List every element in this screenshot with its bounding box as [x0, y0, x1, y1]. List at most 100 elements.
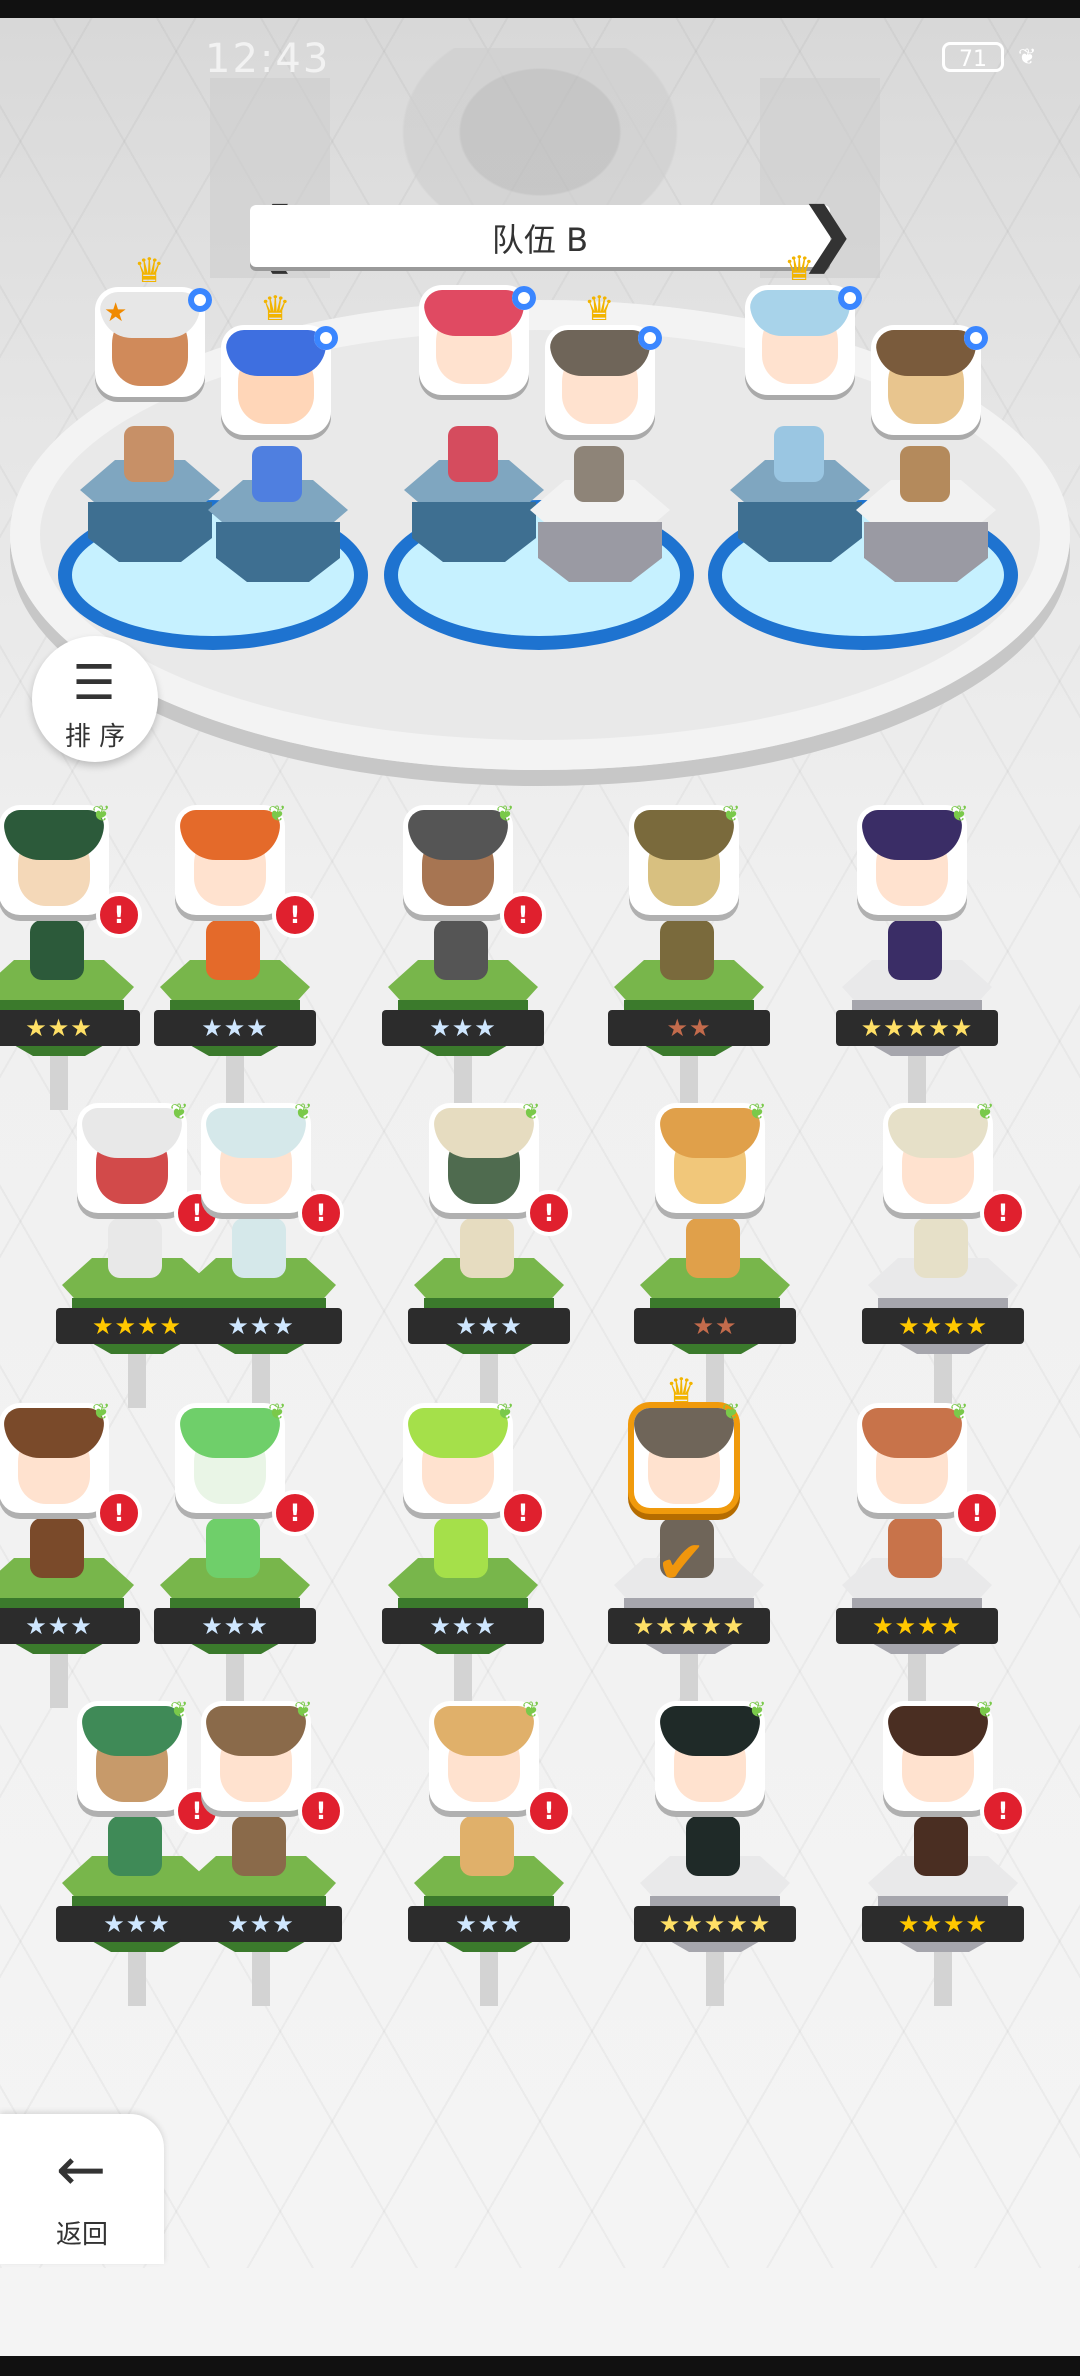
portrait-hair: [634, 1408, 734, 1458]
portrait-hair: [424, 290, 524, 336]
team-member-sprite: [252, 446, 302, 502]
hero-star-rating: ★★: [608, 1010, 770, 1046]
hero-star-rating: ★★★★: [862, 1906, 1024, 1942]
hero-card[interactable]: ❦ ★★★★★ ♛ ✔: [604, 1374, 774, 1708]
crown-icon: ♛: [784, 249, 815, 289]
hero-card[interactable]: ❦ ★★★!: [150, 1400, 320, 1708]
sort-button[interactable]: ☰ 排 序: [32, 636, 158, 762]
hero-card[interactable]: ❦ ★★★!: [150, 802, 320, 1110]
team-member-portrait[interactable]: [750, 290, 850, 390]
hero-card[interactable]: ❦ ★★★★★: [630, 1698, 800, 2006]
hero-portrait: [206, 1108, 306, 1208]
alert-badge-icon: !: [526, 1788, 572, 1834]
team-pedestal[interactable]: [404, 426, 544, 570]
pedestal-side: [538, 522, 662, 582]
hero-card[interactable]: ❦ ★★★★!: [858, 1698, 1028, 2006]
team-slot-marker-icon: [188, 288, 212, 312]
pedestal-side: [864, 522, 988, 582]
portrait-hair: [634, 810, 734, 860]
top-black-bar: [0, 0, 1080, 18]
hero-star-rating: ★★★: [408, 1906, 570, 1942]
hero-star-rating: ★★★: [0, 1608, 140, 1644]
hero-sprite: [460, 1218, 514, 1278]
team-pedestal[interactable]: [80, 426, 220, 570]
hero-star-rating: ★★★: [382, 1608, 544, 1644]
hero-star-rating: ★★★: [154, 1010, 316, 1046]
team-member-portrait[interactable]: [226, 330, 326, 430]
hero-card[interactable]: ❦ ★★★!: [0, 802, 144, 1110]
team-pedestal[interactable]: [530, 446, 670, 590]
hero-card[interactable]: ❦ ★★★★!: [858, 1100, 1028, 1408]
portrait-hair: [660, 1108, 760, 1158]
pedestal-side: [412, 502, 536, 562]
hero-card[interactable]: ❦ ★★★★★: [832, 802, 1002, 1110]
hero-star-rating: ★★★★: [862, 1308, 1024, 1344]
alert-badge-icon: !: [272, 892, 318, 938]
team-slot-marker-icon: [838, 286, 862, 310]
team-member-sprite: [448, 426, 498, 482]
hero-portrait: [180, 1408, 280, 1508]
pedestal-side: [88, 502, 212, 562]
team-slot-marker-icon: [314, 326, 338, 350]
status-time: 12:43: [205, 36, 331, 82]
hero-card[interactable]: ❦ ★★: [604, 802, 774, 1110]
team-slot-marker-icon: [638, 326, 662, 350]
hero-portrait: [634, 1408, 734, 1508]
pedestal-side: [216, 522, 340, 582]
hero-portrait: [660, 1706, 760, 1806]
alert-badge-icon: !: [500, 892, 546, 938]
hero-sprite: [232, 1816, 286, 1876]
team-pedestal[interactable]: [208, 446, 348, 590]
team-pedestal[interactable]: [730, 426, 870, 570]
team-title: 队伍 B: [491, 221, 589, 259]
hero-star-rating: ★★: [634, 1308, 796, 1344]
hero-sprite: [30, 1518, 84, 1578]
team-member-portrait[interactable]: [424, 290, 524, 390]
team-member-sprite: [900, 446, 950, 502]
team-member-portrait[interactable]: [876, 330, 976, 430]
element-leaf-icon: ❦: [268, 1400, 287, 1425]
portrait-hair: [434, 1706, 534, 1756]
hero-star-rating: ★★★: [180, 1308, 342, 1344]
hero-star-rating: ★★★: [154, 1608, 316, 1644]
hero-portrait: [82, 1108, 182, 1208]
hero-sprite: [206, 1518, 260, 1578]
portrait-hair: [4, 1408, 104, 1458]
hero-portrait: [82, 1706, 182, 1806]
hero-sprite: [914, 1218, 968, 1278]
hero-sprite: [888, 920, 942, 980]
alert-badge-icon: !: [96, 892, 142, 938]
alert-badge-icon: !: [96, 1490, 142, 1536]
hero-card[interactable]: ❦ ★★★!: [404, 1698, 574, 2006]
hero-card[interactable]: ❦ ★★★!: [378, 1400, 548, 1708]
portrait-hair: [82, 1706, 182, 1756]
portrait-hair: [408, 810, 508, 860]
hero-star-rating: ★★★★★: [836, 1010, 998, 1046]
portrait-hair: [660, 1706, 760, 1756]
hero-sprite: [232, 1218, 286, 1278]
hero-card[interactable]: ❦ ★★★!: [0, 1400, 144, 1708]
sort-label: 排 序: [64, 722, 126, 752]
hero-star-rating: ★★★★: [836, 1608, 998, 1644]
hero-portrait: [660, 1108, 760, 1208]
hero-card[interactable]: ❦ ★★★!: [378, 802, 548, 1110]
selected-check-icon: ✔: [656, 1528, 707, 1598]
team-pedestal[interactable]: [856, 446, 996, 590]
portrait-hair: [888, 1108, 988, 1158]
hero-card[interactable]: ❦ ★★★!: [404, 1100, 574, 1408]
team-banner: 队伍 B: [250, 205, 830, 267]
back-button[interactable]: ← 返回: [0, 2114, 164, 2264]
hero-star-rating: ★★★: [382, 1010, 544, 1046]
hero-sprite: [206, 920, 260, 980]
hero-portrait: [888, 1108, 988, 1208]
hero-card[interactable]: ❦ ★★: [630, 1100, 800, 1408]
element-leaf-icon: ❦: [268, 802, 287, 827]
hero-card[interactable]: ❦ ★★★!: [176, 1698, 346, 2006]
hero-card[interactable]: ❦ ★★★!: [176, 1100, 346, 1408]
element-leaf-icon: ❦: [294, 1100, 313, 1125]
team-member-portrait[interactable]: [550, 330, 650, 430]
crown-icon: ♛: [666, 1371, 697, 1411]
hero-card[interactable]: ❦ ★★★★!: [832, 1400, 1002, 1708]
hero-sprite: [914, 1816, 968, 1876]
pedestal-side: [738, 502, 862, 562]
